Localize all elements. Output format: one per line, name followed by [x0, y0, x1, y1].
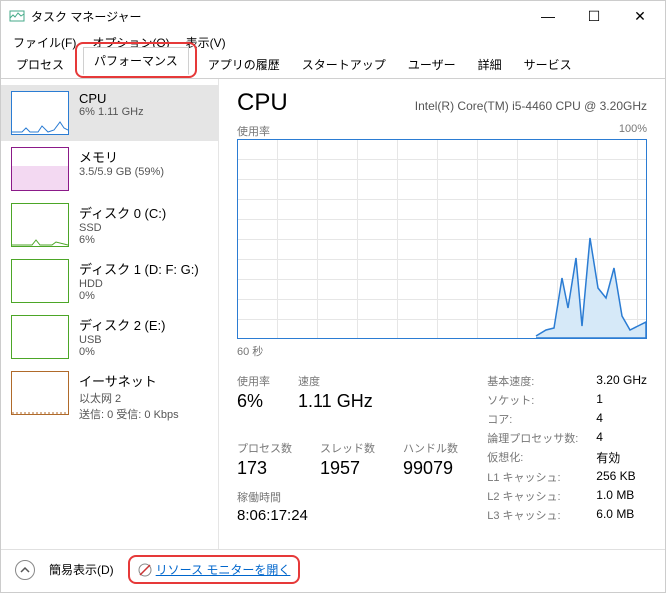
chart-ymax: 100%: [619, 123, 647, 139]
sidebar-item-disk0[interactable]: ディスク 0 (C:)SSD6%: [1, 197, 218, 253]
sidebar-sub2: 6%: [79, 234, 166, 246]
tabbar: プロセス パフォーマンス アプリの履歴 スタートアップ ユーザー 詳細 サービス: [1, 53, 665, 79]
fewer-details-toggle[interactable]: [15, 560, 35, 580]
minimize-button[interactable]: —: [525, 1, 571, 31]
util-value: 6%: [237, 391, 270, 412]
l3-k: L3 キャッシュ:: [487, 507, 578, 524]
tab-startup[interactable]: スタートアップ: [291, 51, 397, 79]
sidebar-sub: SSD: [79, 222, 166, 234]
sidebar-sub: HDD: [79, 278, 199, 290]
sidebar-label: ディスク 2 (E:): [79, 315, 166, 334]
speed-value: 1.11 GHz: [298, 391, 373, 412]
titlebar: タスク マネージャー — ☐ ✕: [1, 1, 665, 31]
cpu-chart: [237, 139, 647, 339]
sidebar-item-ethernet[interactable]: イーサネット以太网 2送信: 0 受信: 0 Kbps: [1, 365, 218, 428]
sidebar-label: イーサネット: [79, 371, 179, 390]
cpu-info: 基本速度: 3.20 GHz ソケット: 1 コア: 4 論理プロセッサ数: 4 仮想化…: [487, 373, 647, 524]
tab-processes[interactable]: プロセス: [5, 51, 75, 79]
l3-v: 6.0 MB: [596, 507, 647, 524]
fewer-details-label[interactable]: 簡易表示(D): [49, 561, 114, 578]
cores-v: 4: [596, 411, 647, 428]
sidebar-label: メモリ: [79, 147, 164, 166]
sockets-k: ソケット:: [487, 392, 578, 409]
sidebar: CPU6% 1.11 GHz メモリ3.5/5.9 GB (59%) ディスク …: [1, 79, 219, 549]
thumb-disk0: [11, 203, 69, 247]
thumb-disk2: [11, 315, 69, 359]
close-button[interactable]: ✕: [617, 1, 663, 31]
tab-services[interactable]: サービス: [513, 51, 583, 79]
sidebar-sub: 3.5/5.9 GB (59%): [79, 166, 164, 178]
base-speed-k: 基本速度:: [487, 373, 578, 390]
uptime-label: 稼働時間: [237, 489, 458, 505]
cores-k: コア:: [487, 411, 578, 428]
handles-label: ハンドル数: [403, 440, 458, 456]
window-title: タスク マネージャー: [31, 8, 525, 25]
main-panel: CPU Intel(R) Core(TM) i5-4460 CPU @ 3.20…: [219, 79, 665, 549]
sidebar-sub: 以太网 2: [79, 390, 179, 406]
sidebar-item-memory[interactable]: メモリ3.5/5.9 GB (59%): [1, 141, 218, 197]
tab-performance[interactable]: パフォーマンス: [83, 47, 189, 75]
sidebar-label: ディスク 1 (D: F: G:): [79, 259, 199, 278]
speed-label: 速度: [298, 373, 373, 389]
sidebar-sub2: 送信: 0 受信: 0 Kbps: [79, 406, 179, 422]
tab-app-history[interactable]: アプリの履歴: [197, 51, 291, 79]
resmon-icon: [138, 563, 152, 577]
l2-k: L2 キャッシュ:: [487, 488, 578, 505]
proc-value: 173: [237, 458, 292, 479]
tab-users[interactable]: ユーザー: [397, 51, 467, 79]
lprocs-k: 論理プロセッサ数:: [487, 430, 578, 447]
chevron-up-icon: [20, 565, 30, 575]
sidebar-sub2: 0%: [79, 290, 199, 302]
l1-v: 256 KB: [596, 469, 647, 486]
sockets-v: 1: [596, 392, 647, 409]
proc-label: プロセス数: [237, 440, 292, 456]
util-label: 使用率: [237, 373, 270, 389]
sidebar-sub2: 0%: [79, 346, 166, 358]
sidebar-label: CPU: [79, 91, 144, 106]
lprocs-v: 4: [596, 430, 647, 447]
thumb-disk1: [11, 259, 69, 303]
sidebar-sub: 6% 1.11 GHz: [79, 106, 144, 118]
sidebar-item-cpu[interactable]: CPU6% 1.11 GHz: [1, 85, 218, 141]
sidebar-item-disk2[interactable]: ディスク 2 (E:)USB0%: [1, 309, 218, 365]
statusbar: 簡易表示(D) リソース モニターを開く: [1, 549, 665, 589]
highlight-resmon: リソース モニターを開く: [128, 555, 301, 584]
thumb-memory: [11, 147, 69, 191]
sidebar-label: ディスク 0 (C:): [79, 203, 166, 222]
base-speed-v: 3.20 GHz: [596, 373, 647, 390]
open-resource-monitor-link[interactable]: リソース モニターを開く: [138, 561, 291, 578]
maximize-button[interactable]: ☐: [571, 1, 617, 31]
menu-file[interactable]: ファイル(F): [5, 32, 84, 53]
chart-xlabel: 60 秒: [237, 343, 647, 359]
highlight-performance-tab: パフォーマンス: [75, 42, 197, 78]
sidebar-item-disk1[interactable]: ディスク 1 (D: F: G:)HDD0%: [1, 253, 218, 309]
threads-label: スレッド数: [320, 440, 375, 456]
uptime-value: 8:06:17:24: [237, 507, 458, 524]
cpu-model: Intel(R) Core(TM) i5-4460 CPU @ 3.20GHz: [415, 99, 647, 113]
handles-value: 99079: [403, 458, 458, 479]
tab-details[interactable]: 詳細: [467, 51, 513, 79]
sidebar-sub: USB: [79, 334, 166, 346]
virt-v: 有効: [596, 449, 647, 467]
thumb-ethernet: [11, 371, 69, 415]
resmon-label: リソース モニターを開く: [156, 561, 291, 578]
app-icon: [9, 8, 25, 24]
virt-k: 仮想化:: [487, 449, 578, 467]
main-heading: CPU: [237, 89, 288, 117]
thumb-cpu: [11, 91, 69, 135]
l2-v: 1.0 MB: [596, 488, 647, 505]
l1-k: L1 キャッシュ:: [487, 469, 578, 486]
threads-value: 1957: [320, 458, 375, 479]
chart-ylabel: 使用率: [237, 123, 270, 139]
